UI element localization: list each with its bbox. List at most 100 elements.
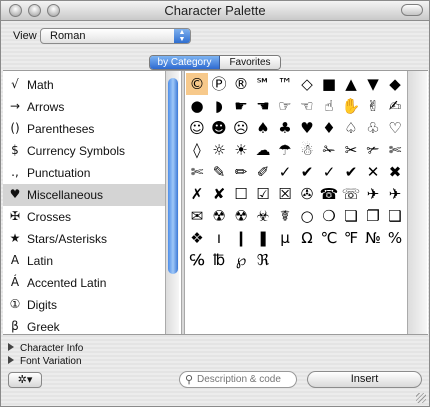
category-item[interactable]: ① Digits <box>3 294 167 316</box>
character-cell[interactable]: ✐ <box>252 161 274 183</box>
character-cell[interactable]: ✌ <box>362 95 384 117</box>
character-cell[interactable]: ℜ <box>252 249 274 271</box>
character-cell[interactable]: Ω <box>296 227 318 249</box>
character-cell[interactable]: ✍ <box>384 95 406 117</box>
zoom-window-button[interactable] <box>47 4 60 17</box>
character-cell[interactable]: ● <box>186 95 208 117</box>
character-cell[interactable]: ☜ <box>296 95 318 117</box>
character-cell[interactable]: ❚ <box>252 227 274 249</box>
character-cell[interactable]: Ⓟ <box>208 73 230 95</box>
category-item[interactable]: Á Accented Latin <box>3 272 167 294</box>
search-field[interactable]: ⚲ <box>179 371 297 388</box>
category-item[interactable]: ✠ Crosses <box>3 206 167 228</box>
character-cell[interactable]: ♦ <box>318 117 340 139</box>
character-cell[interactable]: ☣ <box>252 205 274 227</box>
character-cell[interactable]: ◆ <box>384 73 406 95</box>
tab-favorites[interactable]: Favorites <box>220 56 280 69</box>
split-divider[interactable] <box>181 71 185 334</box>
character-cell[interactable]: ☚ <box>252 95 274 117</box>
character-cell[interactable]: ☤ <box>274 205 296 227</box>
minimize-window-button[interactable] <box>28 4 41 17</box>
character-cell[interactable]: ℔ <box>208 249 230 271</box>
character-cell[interactable]: ☞ <box>274 95 296 117</box>
toolbar-toggle-button[interactable] <box>401 4 423 16</box>
character-cell[interactable]: ♣ <box>274 117 296 139</box>
character-cell[interactable]: ☺ <box>186 117 208 139</box>
category-item[interactable]: ♥ Miscellaneous <box>3 184 167 206</box>
character-cell[interactable]: ✔ <box>340 161 362 183</box>
character-cell[interactable]: ♥ <box>296 117 318 139</box>
character-cell[interactable]: ☑ <box>252 183 274 205</box>
character-cell[interactable]: ❖ <box>186 227 208 249</box>
character-cell[interactable]: ❍ <box>318 205 340 227</box>
category-scrollbar[interactable] <box>165 71 179 334</box>
character-cell[interactable]: ❏ <box>340 205 362 227</box>
category-item[interactable]: β Greek <box>3 316 167 336</box>
category-item[interactable]: A Latin <box>3 250 167 272</box>
character-cell[interactable]: ® <box>230 73 252 95</box>
character-cell[interactable]: ☏ <box>340 183 362 205</box>
character-cell[interactable]: ☼ <box>208 139 230 161</box>
character-cell[interactable]: ◗ <box>208 95 230 117</box>
character-cell[interactable]: ℉ <box>340 227 362 249</box>
character-info-disclosure[interactable]: Character Info <box>8 343 83 354</box>
character-cell[interactable]: ✄ <box>384 139 406 161</box>
font-variation-disclosure[interactable]: Font Variation <box>8 356 82 367</box>
character-cell[interactable]: ❐ <box>362 205 384 227</box>
character-cell[interactable]: ◊ <box>186 139 208 161</box>
character-cell[interactable]: ☐ <box>230 183 252 205</box>
insert-button[interactable]: Insert <box>307 371 422 388</box>
character-cell[interactable]: ✈ <box>362 183 384 205</box>
character-cell[interactable]: ☝ <box>318 95 340 117</box>
character-cell[interactable]: ♡ <box>384 117 406 139</box>
character-cell[interactable]: ☃ <box>296 139 318 161</box>
character-cell[interactable]: ◇ <box>296 73 318 95</box>
character-cell[interactable]: ❙ <box>230 227 252 249</box>
character-cell[interactable]: ✂ <box>340 139 362 161</box>
character-cell[interactable]: ✏ <box>230 161 252 183</box>
character-cell[interactable]: ℘ <box>230 249 252 271</box>
character-cell[interactable]: ✉ <box>186 205 208 227</box>
character-scrollbar[interactable] <box>407 71 427 334</box>
character-cell[interactable]: μ <box>274 227 296 249</box>
character-cell[interactable]: ☻ <box>208 117 230 139</box>
character-cell[interactable]: ☒ <box>274 183 296 205</box>
character-cell[interactable]: ▲ <box>340 73 362 95</box>
character-cell[interactable]: ☎ <box>318 183 340 205</box>
character-cell[interactable]: ✇ <box>296 183 318 205</box>
character-cell[interactable]: ▼ <box>362 73 384 95</box>
character-cell[interactable]: ✈ <box>384 183 406 205</box>
character-cell[interactable]: ☁ <box>252 139 274 161</box>
category-item[interactable]: () Parentheses <box>3 118 167 140</box>
character-cell[interactable]: ✗ <box>186 183 208 205</box>
category-item[interactable]: ★ Stars/Asterisks <box>3 228 167 250</box>
character-cell[interactable]: ✃ <box>362 139 384 161</box>
character-cell[interactable]: ℃ <box>318 227 340 249</box>
character-cell[interactable]: № <box>362 227 384 249</box>
category-scroll-thumb[interactable] <box>168 78 178 274</box>
character-cell[interactable]: ✋ <box>340 95 362 117</box>
category-item[interactable]: ., Punctuation <box>3 162 167 184</box>
category-item[interactable]: → Arrows <box>3 96 167 118</box>
character-cell[interactable]: ☢ <box>230 205 252 227</box>
character-cell[interactable]: ı <box>208 227 230 249</box>
character-cell[interactable]: ✓ <box>318 161 340 183</box>
character-cell[interactable]: ❑ <box>384 205 406 227</box>
character-cell[interactable]: ☛ <box>230 95 252 117</box>
character-cell[interactable]: ✖ <box>384 161 406 183</box>
character-cell[interactable]: ✁ <box>318 139 340 161</box>
character-cell[interactable]: ☹ <box>230 117 252 139</box>
character-cell[interactable]: ✘ <box>208 183 230 205</box>
view-select[interactable]: Roman ▲ ▼ <box>40 28 191 44</box>
character-cell[interactable]: ✄ <box>186 161 208 183</box>
character-cell[interactable]: ♧ <box>362 117 384 139</box>
character-cell[interactable]: ☀ <box>230 139 252 161</box>
resize-grip-icon[interactable] <box>416 393 426 403</box>
character-cell[interactable]: ℠ <box>252 73 274 95</box>
character-cell[interactable]: ✕ <box>362 161 384 183</box>
category-item[interactable]: √ Math <box>3 74 167 96</box>
search-input[interactable] <box>197 373 293 386</box>
close-window-button[interactable] <box>9 4 22 17</box>
character-cell[interactable]: ☢ <box>208 205 230 227</box>
character-cell[interactable]: ✎ <box>208 161 230 183</box>
